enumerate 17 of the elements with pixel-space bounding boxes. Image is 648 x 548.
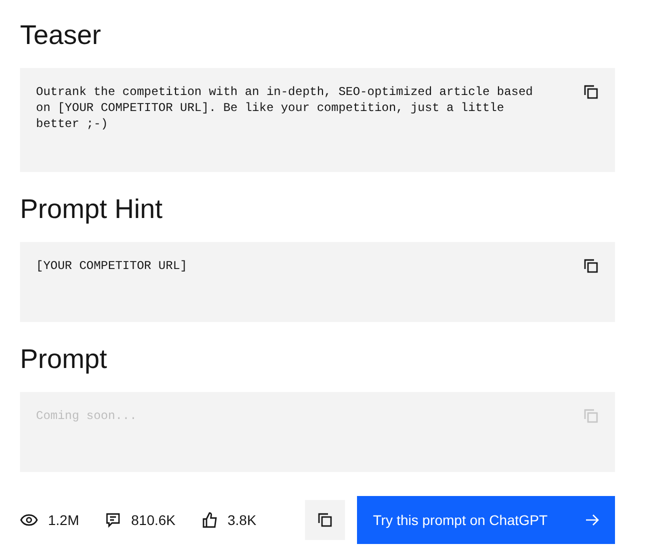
stat-count: 810.6K bbox=[131, 510, 176, 530]
section-heading: Prompt Hint bbox=[20, 193, 164, 226]
eye-icon bbox=[20, 514, 38, 526]
stat-count: 1.2M bbox=[48, 510, 80, 530]
copy-icon[interactable] bbox=[583, 84, 599, 100]
thumbs-up-icon bbox=[202, 512, 218, 528]
section-heading: Prompt bbox=[20, 343, 108, 376]
arrow-right-icon bbox=[585, 514, 599, 526]
stat-count: 3.8K bbox=[228, 510, 256, 530]
section-heading: Teaser bbox=[20, 19, 102, 52]
copy-button[interactable] bbox=[305, 500, 345, 540]
prompt-text: Outrank the competition with an in-depth, SEO-optimized article based on [YOUR COMPETITOR URL]. Be like your competition, just a little better ;-) bbox=[36, 84, 534, 132]
comment-icon bbox=[105, 512, 122, 528]
copy-icon[interactable] bbox=[583, 258, 599, 274]
copy-icon bbox=[317, 512, 333, 528]
prompt-text: [YOUR COMPETITOR URL] bbox=[36, 258, 188, 274]
try-prompt-button[interactable]: Try this prompt on ChatGPT bbox=[357, 496, 615, 544]
